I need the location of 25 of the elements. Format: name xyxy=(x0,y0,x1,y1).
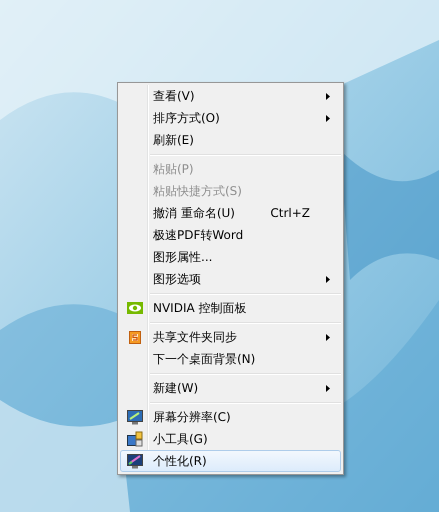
menu-item[interactable]: 图形选项 xyxy=(120,268,341,290)
submenu-arrow-icon xyxy=(326,92,330,100)
menu-item[interactable]: 撤消 重命名(U) Ctrl+Z xyxy=(120,202,341,224)
menu-item[interactable]: 共享文件夹同步 xyxy=(120,326,341,348)
monitor-brush-icon xyxy=(127,454,143,468)
monitor-icon xyxy=(127,410,143,424)
gadgets-icon xyxy=(127,431,143,447)
menu-item[interactable]: 屏幕分辨率(C) xyxy=(120,406,341,428)
menu-item[interactable]: 新建(W) xyxy=(120,377,341,399)
submenu-arrow-icon xyxy=(326,334,330,340)
eye-logo-icon xyxy=(127,302,143,314)
menu-item[interactable]: 极速PDF转Word xyxy=(120,224,341,246)
menu-item[interactable]: 小工具(G) xyxy=(120,428,341,450)
menu-item[interactable]: 下一个桌面背景(N) xyxy=(120,348,341,370)
s-badge-icon xyxy=(129,330,141,344)
menu-item[interactable]: 图形属性... xyxy=(120,246,341,268)
submenu-arrow-icon xyxy=(326,384,330,392)
shortcut-text: Ctrl+Z xyxy=(270,205,310,222)
submenu-arrow-icon xyxy=(326,276,330,282)
submenu-arrow-icon xyxy=(326,114,330,122)
menu-item[interactable]: 排序方式(O) xyxy=(120,107,341,129)
menu-item[interactable]: 查看(V) xyxy=(120,85,341,107)
menu-item[interactable]: NVIDIA 控制面板 xyxy=(120,297,341,319)
menu-item[interactable]: 个性化(R) xyxy=(120,450,341,472)
menu-item[interactable]: 刷新(E) xyxy=(120,129,341,151)
